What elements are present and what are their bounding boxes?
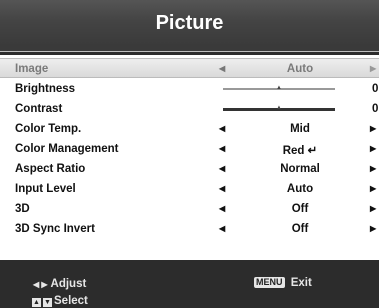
- adjust-label: Adjust: [50, 278, 87, 290]
- menu-item-3d-sync-invert[interactable]: 3D Sync Invert ◀ Off ▶: [0, 219, 379, 239]
- footer-help: ◀ ▶ Adjust MENU Exit ▲ ▼ Select: [0, 264, 379, 308]
- up-arrow-icon: ▲: [32, 298, 41, 307]
- title-divider: [0, 46, 379, 52]
- menu-item-value: Off: [291, 223, 309, 235]
- menu-item-label: Contrast: [15, 103, 63, 115]
- menu-item-label: Color Management: [15, 143, 119, 155]
- menu-item-image[interactable]: Image ◀ Auto ▶: [0, 58, 379, 78]
- menu-item-value: 0: [372, 83, 379, 95]
- right-arrow-icon[interactable]: ▶: [370, 124, 379, 134]
- menu-item-aspect-ratio[interactable]: Aspect Ratio ◀ Normal ▶: [0, 159, 379, 179]
- right-arrow-icon[interactable]: ▶: [370, 204, 379, 214]
- menu-item-color-management[interactable]: Color Management ◀ Red ↵ ▶: [0, 139, 379, 159]
- menu-item-value: Auto: [286, 63, 314, 75]
- left-arrow-icon[interactable]: ◀: [219, 184, 227, 194]
- menu-item-value: Off: [291, 203, 309, 215]
- menu-item-input-level[interactable]: Input Level ◀ Auto ▶: [0, 179, 379, 199]
- left-arrow-icon[interactable]: ◀: [219, 124, 227, 134]
- exit-label: Exit: [290, 277, 312, 289]
- menu-item-label: 3D Sync Invert: [15, 223, 95, 235]
- menu-item-value: Normal: [280, 163, 320, 175]
- menu-item-value: 0: [372, 103, 379, 115]
- adjust-hint: ◀ ▶ Adjust: [33, 278, 86, 290]
- page-title: Picture: [155, 11, 224, 34]
- menu-item-value: Red ↵: [282, 145, 318, 157]
- left-arrow-icon[interactable]: ◀: [219, 164, 227, 174]
- menu-item-color-temp[interactable]: Color Temp. ◀ Mid ▶: [0, 119, 379, 139]
- menu-item-3d[interactable]: 3D ◀ Off ▶: [0, 199, 379, 219]
- menu-item-label: Aspect Ratio: [15, 163, 86, 175]
- left-right-arrows-icon: ◀ ▶: [33, 280, 48, 289]
- right-arrow-icon[interactable]: ▶: [370, 64, 379, 74]
- menu-item-label: Input Level: [15, 183, 76, 195]
- select-label: Select: [54, 295, 88, 307]
- left-arrow-icon[interactable]: ◀: [219, 204, 227, 214]
- left-arrow-icon[interactable]: ◀: [219, 224, 227, 234]
- down-arrow-icon: ▼: [43, 298, 52, 307]
- menu-list: Image ◀ Auto ▶ Brightness ▲ 0 Contrast ▲…: [0, 55, 379, 260]
- right-arrow-icon[interactable]: ▶: [370, 184, 379, 194]
- title-bar: Picture: [0, 0, 379, 46]
- menu-item-value: Auto: [286, 183, 314, 195]
- menu-item-label: Brightness: [15, 83, 76, 95]
- brightness-slider[interactable]: ▲: [223, 85, 335, 91]
- menu-item-label: Color Temp.: [15, 123, 82, 135]
- left-arrow-icon[interactable]: ◀: [219, 64, 227, 74]
- menu-item-label: 3D: [15, 203, 30, 215]
- select-hint: ▲ ▼ Select: [32, 295, 88, 307]
- menu-item-contrast[interactable]: Contrast ▲ 0: [0, 99, 379, 119]
- slider-knob-icon[interactable]: ▲: [276, 104, 282, 112]
- menu-key-icon: MENU: [254, 277, 285, 288]
- left-arrow-icon[interactable]: ◀: [219, 144, 227, 154]
- slider-knob-icon[interactable]: ▲: [276, 84, 282, 92]
- right-arrow-icon[interactable]: ▶: [370, 144, 379, 154]
- menu-item-label: Image: [15, 63, 49, 75]
- right-arrow-icon[interactable]: ▶: [370, 224, 379, 234]
- osd-menu: Picture Image ◀ Auto ▶ Brightness ▲ 0 Co…: [0, 0, 379, 308]
- menu-item-value: Mid: [290, 123, 310, 135]
- menu-item-brightness[interactable]: Brightness ▲ 0: [0, 79, 379, 99]
- exit-hint: MENU Exit: [254, 277, 312, 289]
- contrast-slider[interactable]: ▲: [223, 105, 335, 111]
- right-arrow-icon[interactable]: ▶: [370, 164, 379, 174]
